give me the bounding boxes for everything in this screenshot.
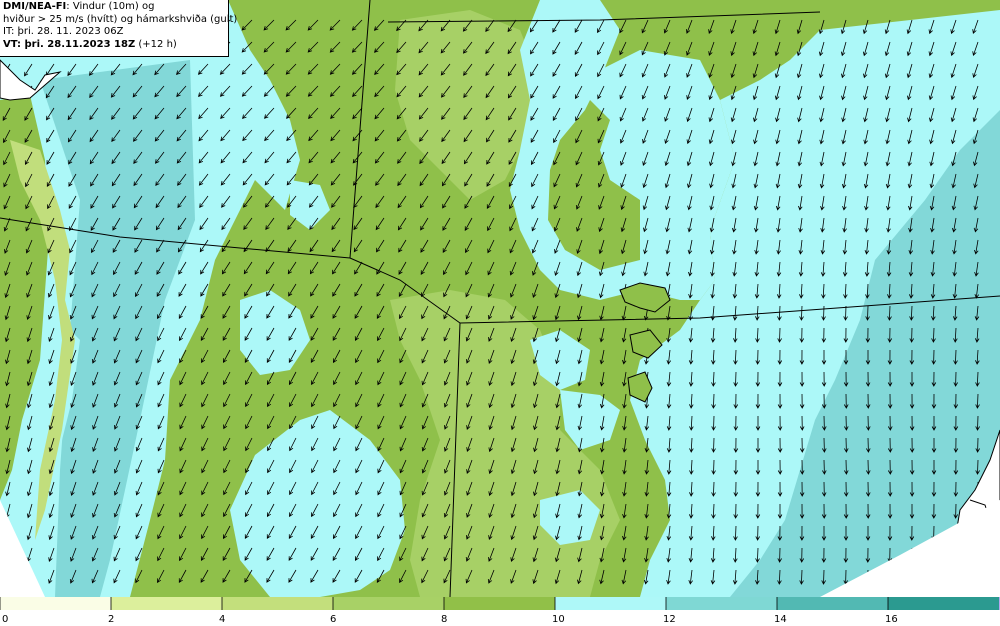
legend-tick-label: 10: [552, 614, 565, 625]
legend-swatch: [888, 597, 999, 610]
legend-tick-label: 2: [108, 614, 114, 625]
wind-speed-legend: 0 2 4 6 8 10 12 14 16: [0, 597, 1000, 625]
model-name: DMI/NEA-FI: [3, 1, 67, 12]
legend-swatch: [666, 597, 777, 610]
legend-swatch: [555, 597, 666, 610]
valid-time-label: VT: þri. 28.11.2023 18Z: [3, 38, 136, 50]
legend-tick-label: 0: [2, 614, 8, 625]
legend-tick-label: 14: [774, 614, 787, 625]
title-rest: : Vindur (10m) og: [66, 1, 155, 12]
legend-tick-label: 8: [441, 614, 447, 625]
legend-tick-label: 6: [330, 614, 336, 625]
info-title: DMI/NEA-FI: Vindur (10m) og: [3, 1, 225, 14]
legend-swatch: [444, 597, 555, 610]
legend-swatch: [333, 597, 444, 610]
legend-swatch: [0, 597, 111, 610]
info-initial-time: IT: þri. 28. 11. 2023 06Z: [3, 26, 124, 37]
forecast-map: [0, 0, 1000, 597]
legend-tick-label: 4: [219, 614, 225, 625]
info-subtitle: hviður > 25 m/s (hvítt) og hámarkshviða …: [3, 13, 238, 25]
info-valid-time: VT: þri. 28.11.2023 18Z (+12 h): [3, 39, 225, 52]
valid-time-offset: (+12 h): [135, 38, 177, 50]
legend-swatch: [111, 597, 222, 610]
forecast-info-box: DMI/NEA-FI: Vindur (10m) og hviður > 25 …: [0, 0, 238, 57]
legend-tick-label: 16: [885, 614, 898, 625]
legend-swatch: [222, 597, 333, 610]
legend-swatch: [777, 597, 888, 610]
legend-tick-label: 12: [663, 614, 676, 625]
